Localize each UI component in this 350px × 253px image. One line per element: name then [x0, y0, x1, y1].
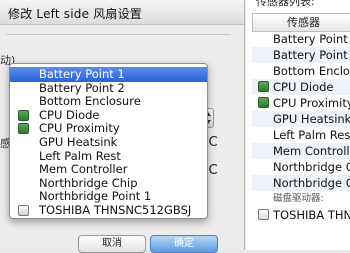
sensor-list-row[interactable]: CPU Diode — [252, 79, 350, 95]
sensor-list-label: CPU Proximity — [273, 96, 350, 110]
green-chip-icon — [258, 97, 269, 108]
sensor-list-label: Bottom Enclosure — [273, 64, 350, 78]
sensor-list-label: Northbridge Chip — [273, 160, 350, 174]
sensor-list-caption: 传感器列表: — [256, 0, 315, 8]
sensor-list-label: GPU Heatsink — [273, 112, 350, 126]
sensor-list-label: Mem Controller — [273, 144, 350, 158]
sensor-list-label: Battery Point 1 — [273, 32, 350, 46]
disk-section-label: 磁盘驱动器: — [252, 191, 350, 207]
sensor-list-row[interactable]: Left Palm Rest — [252, 127, 350, 143]
sensor-list-label: CPU Diode — [273, 80, 334, 94]
sensor-popup-menu: Battery Point 1 Battery Point 2 Bottom Enc… — [9, 63, 208, 219]
sensor-list-row[interactable]: Bottom Enclosure — [252, 63, 350, 79]
sensor-list-row[interactable]: Battery Point 2 — [252, 47, 350, 63]
drive-icon — [258, 209, 269, 220]
sensor-list-row[interactable]: Mem Controller — [252, 143, 350, 159]
ok-button[interactable]: 确定 — [150, 235, 218, 253]
sensor-list-row[interactable]: TOSHIBA THNSNC — [252, 207, 350, 223]
cancel-button[interactable]: 取消 — [78, 235, 146, 253]
sensor-list-row[interactable]: CPU Proximity — [252, 95, 350, 111]
sensor-list-row[interactable]: Northbridge Chip — [252, 175, 350, 191]
drive-icon — [18, 205, 29, 216]
green-chip-icon — [258, 81, 269, 92]
sensor-list-row[interactable]: Battery Point 1 — [252, 31, 350, 47]
menu-item[interactable]: TOSHIBA THNSNC512GBSJ — [10, 203, 207, 218]
green-chip-icon — [18, 123, 29, 135]
sensor-list-label: Left Palm Rest — [273, 128, 350, 142]
sensor-list-label: TOSHIBA THNSNC — [273, 208, 350, 222]
sensor-list-row[interactable]: Northbridge Chip — [252, 159, 350, 175]
sensor-list-label: Battery Point 2 — [273, 48, 350, 62]
sensor-column-header[interactable]: 传感器 — [252, 13, 350, 32]
disk-section-text: 磁盘驱动器: — [273, 193, 324, 204]
sensor-list-row[interactable]: GPU Heatsink — [252, 111, 350, 127]
dialog-title: 修改 Left side 风扇设置 — [8, 7, 143, 21]
dialog-titlebar: 修改 Left side 风扇设置 — [0, 0, 244, 25]
group-divider — [6, 34, 230, 35]
sensor-list-label: Northbridge Chip — [273, 176, 350, 190]
sensor-list-panel: 传感器列表: 传感器 Battery Point 1 Battery Point … — [246, 0, 350, 250]
green-chip-icon — [18, 109, 29, 121]
menu-item-label: TOSHIBA THNSNC512GBSJ — [39, 203, 192, 217]
